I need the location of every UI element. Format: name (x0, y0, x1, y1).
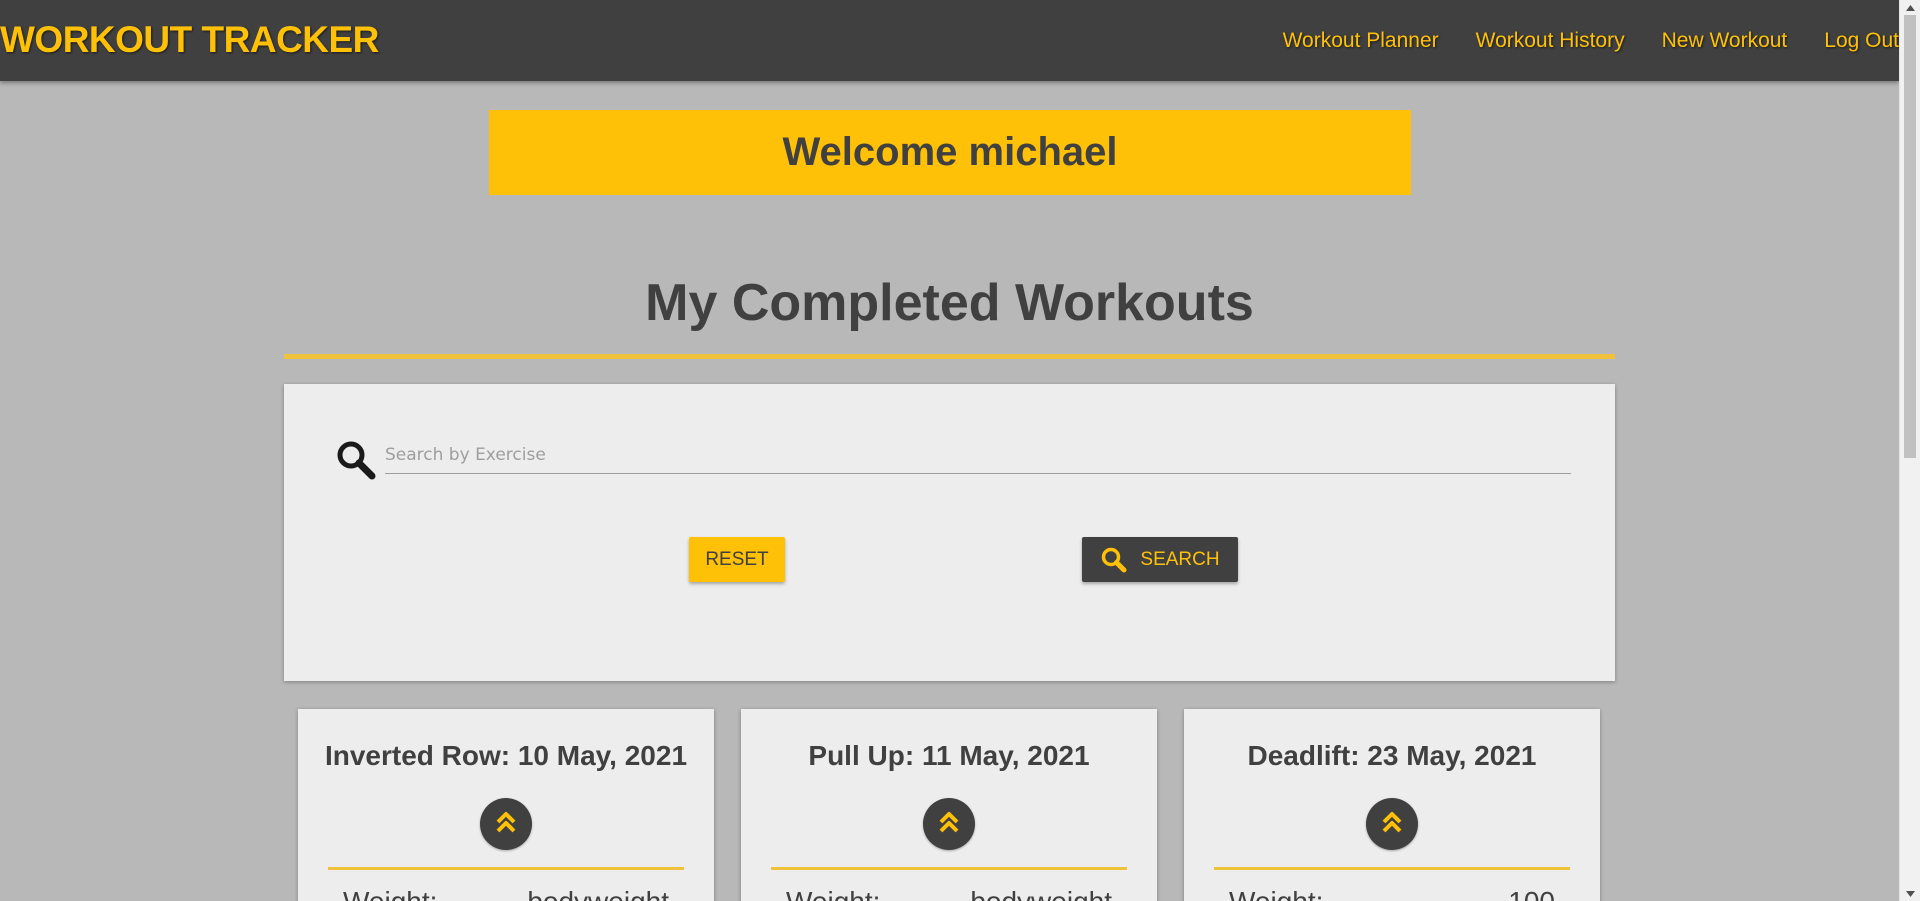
expand-button[interactable] (480, 798, 532, 850)
workout-card-title: Inverted Row: 10 May, 2021 (324, 740, 688, 771)
page: WORKOUT TRACKER Workout Planner Workout … (0, 0, 1899, 901)
title-divider (284, 354, 1615, 359)
page-scrollbar[interactable] (1899, 0, 1920, 901)
card-detail-value: bodyweight (527, 885, 669, 901)
double-chevron-up-icon (494, 810, 518, 839)
card-divider (1214, 867, 1570, 870)
card-detail-value: bodyweight (970, 885, 1112, 901)
expand-button[interactable] (1366, 798, 1418, 850)
scroll-down-arrow-icon[interactable] (1900, 886, 1920, 901)
card-divider (328, 867, 684, 870)
brand-logo[interactable]: WORKOUT TRACKER (0, 18, 379, 62)
card-detail-row: Weight: bodyweight (343, 885, 669, 901)
card-detail-label: Weight: (343, 885, 437, 901)
nav-link-workout-history[interactable]: Workout History (1476, 28, 1625, 54)
reset-button-label: RESET (705, 548, 769, 570)
scroll-up-arrow-icon[interactable] (1900, 0, 1920, 15)
navbar: WORKOUT TRACKER Workout Planner Workout … (0, 0, 1899, 81)
workout-card-title: Deadlift: 23 May, 2021 (1247, 740, 1537, 771)
search-button[interactable]: SEARCH (1082, 537, 1238, 582)
card-detail-row: Weight: 100 (1229, 885, 1555, 901)
workout-card: Deadlift: 23 May, 2021 Weight: 100 (1184, 709, 1600, 901)
nav-link-new-workout[interactable]: New Workout (1662, 28, 1788, 54)
search-input[interactable] (385, 436, 1571, 474)
card-divider (771, 867, 1127, 870)
workout-card: Pull Up: 11 May, 2021 Weight: bodyweight (741, 709, 1157, 901)
nav-links: Workout Planner Workout History New Work… (1246, 28, 1899, 54)
workout-card: Inverted Row: 10 May, 2021 Weight: bodyw… (298, 709, 714, 901)
search-icon (336, 440, 376, 480)
expand-button[interactable] (923, 798, 975, 850)
card-detail-label: Weight: (786, 885, 880, 901)
double-chevron-up-icon (1380, 810, 1404, 839)
card-detail-row: Weight: bodyweight (786, 885, 1112, 901)
scrollbar-thumb[interactable] (1904, 15, 1916, 458)
nav-link-workout-planner[interactable]: Workout Planner (1283, 28, 1439, 54)
card-detail-label: Weight: (1229, 885, 1323, 901)
welcome-text: Welcome michael (782, 130, 1118, 174)
search-panel: RESET SEARCH (284, 384, 1615, 681)
nav-link-log-out[interactable]: Log Out (1824, 28, 1899, 54)
welcome-banner: Welcome michael (489, 110, 1411, 195)
workout-card-title: Pull Up: 11 May, 2021 (808, 740, 1090, 771)
search-icon (1100, 547, 1128, 573)
double-chevron-up-icon (937, 810, 961, 839)
card-detail-value: 100 (1508, 885, 1555, 901)
page-title: My Completed Workouts (645, 274, 1254, 332)
search-button-label: SEARCH (1140, 548, 1220, 570)
reset-button[interactable]: RESET (689, 537, 785, 582)
